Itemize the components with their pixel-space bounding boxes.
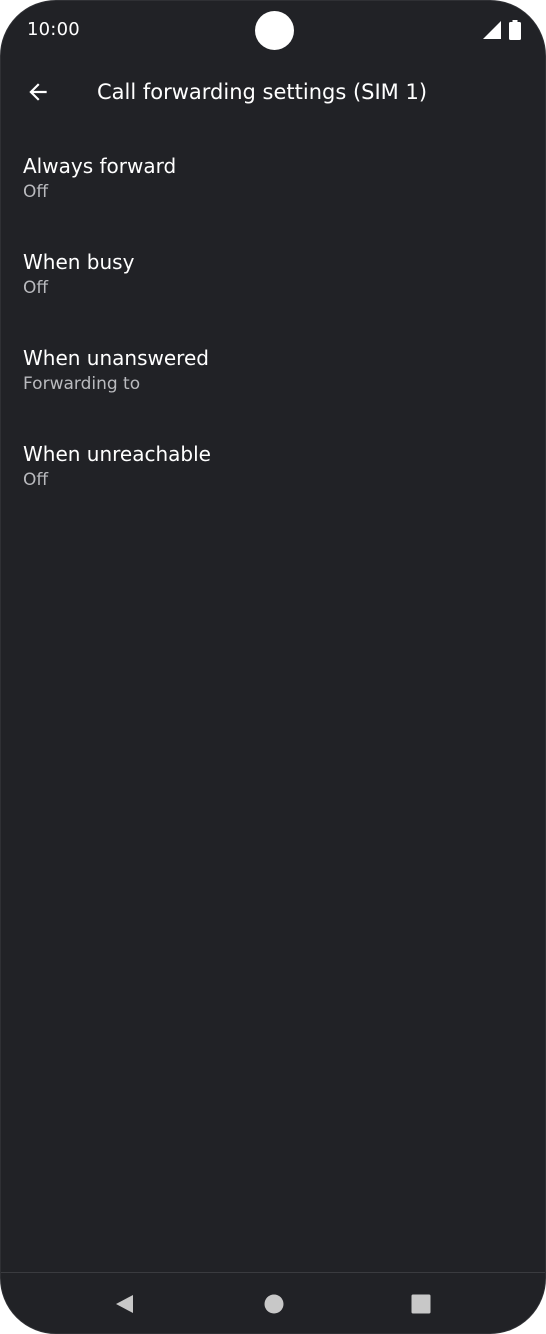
navigation-bar: [1, 1272, 545, 1333]
setting-summary: Off: [23, 278, 49, 298]
nav-home-icon: [264, 1294, 284, 1314]
page-title: Call forwarding settings (SIM 1): [97, 80, 428, 104]
settings-list: Always forward Off When busy Off When un…: [1, 141, 545, 525]
battery-icon: [509, 20, 521, 40]
nav-recents-button[interactable]: [406, 1289, 436, 1319]
nav-back-icon: [116, 1295, 133, 1313]
arrow-back-icon: [29, 83, 47, 101]
setting-summary: Off: [23, 470, 49, 490]
setting-title: Always forward: [23, 154, 177, 178]
setting-when-unreachable[interactable]: When unreachable Off: [1, 429, 545, 525]
back-button[interactable]: [15, 69, 61, 115]
setting-title: When busy: [23, 250, 135, 274]
setting-title: When unreachable: [23, 442, 211, 466]
setting-when-busy[interactable]: When busy Off: [1, 237, 545, 333]
status-bar: 10:00: [1, 1, 545, 61]
setting-summary: Off: [23, 182, 49, 202]
camera-cutout: [255, 11, 294, 50]
nav-home-button[interactable]: [259, 1289, 289, 1319]
setting-always-forward[interactable]: Always forward Off: [1, 141, 545, 237]
setting-summary: Forwarding to: [23, 374, 141, 394]
app-bar: Call forwarding settings (SIM 1): [1, 61, 545, 127]
setting-title: When unanswered: [23, 346, 209, 370]
nav-back-button[interactable]: [109, 1289, 139, 1319]
signal-icon: [483, 21, 501, 39]
status-time: 10:00: [27, 19, 80, 40]
phone-screen: 10:00 Call forwarding settings (SIM 1) A…: [0, 0, 546, 1334]
nav-recents-icon: [411, 1294, 431, 1314]
setting-when-unanswered[interactable]: When unanswered Forwarding to: [1, 333, 545, 429]
